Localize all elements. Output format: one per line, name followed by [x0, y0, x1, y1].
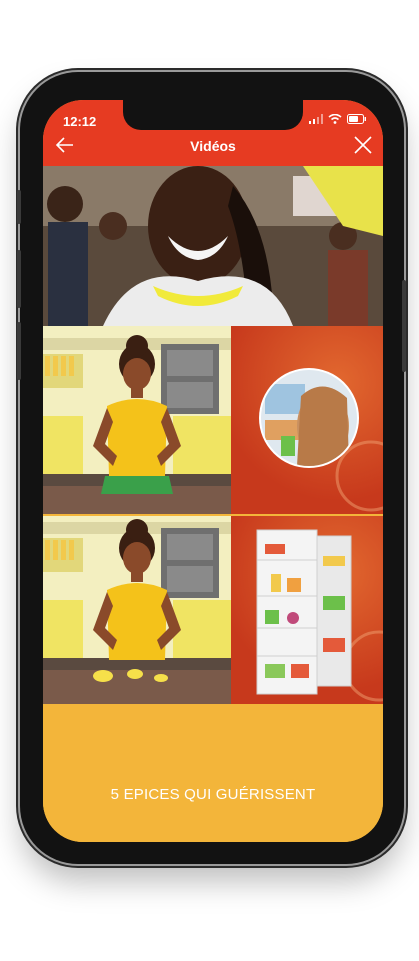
video-grid [43, 326, 383, 704]
status-time: 12:12 [63, 114, 97, 129]
notch [123, 100, 303, 130]
volume-up-button [17, 250, 21, 308]
kitchen-video-1[interactable] [43, 326, 231, 514]
hair-video[interactable] [231, 326, 383, 514]
app-bar: 12:12 Vidéos [43, 100, 383, 166]
system-icons [309, 114, 367, 124]
hero-photo [43, 166, 383, 326]
kitchen-video-2[interactable] [43, 516, 231, 704]
fridge-illustration [256, 529, 383, 702]
volume-down-button [17, 322, 21, 380]
hair-illustration [259, 368, 383, 512]
page-title: Vidéos [190, 138, 236, 154]
mute-switch [17, 190, 21, 224]
video-caption: 5 EPICES QUI GUÉRISSENT [110, 786, 316, 803]
signal-icon [309, 114, 323, 124]
battery-icon [347, 114, 366, 124]
close-icon[interactable] [351, 133, 375, 157]
cooking-illustration [43, 326, 231, 514]
cooking-illustration-2 [43, 516, 231, 704]
hero-video[interactable] [43, 166, 383, 326]
fridge-video[interactable] [231, 516, 383, 704]
power-button [402, 280, 406, 372]
footer-panel [43, 704, 383, 842]
screen: 12:12 Vidéos 5 EPICES QUI GUÉRISSENT [43, 100, 383, 842]
wifi-icon [328, 114, 342, 124]
